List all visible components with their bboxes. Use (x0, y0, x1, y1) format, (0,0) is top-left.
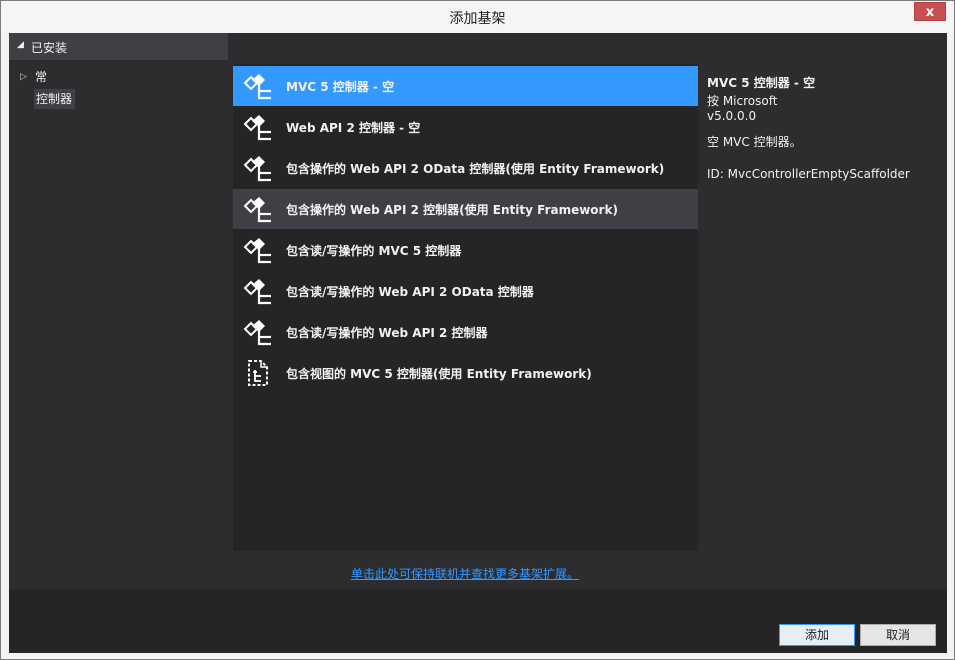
controller-icon (243, 197, 271, 223)
dialog-footer: 添加 取消 (9, 589, 947, 653)
template-label: 包含操作的 Web API 2 控制器(使用 Entity Framework) (286, 203, 618, 217)
detail-version: v5.0.0.0 (707, 109, 757, 123)
detail-id: ID: MvcControllerEmptyScaffolder (707, 167, 910, 181)
add-scaffold-dialog: 添加基架 x ◢ 已安装 ▷ 常用 控制器 MV (0, 0, 955, 660)
dialog-title: 添加基架 (449, 11, 506, 27)
detail-name: MVC 5 控制器 - 空 (707, 76, 816, 90)
list-item[interactable]: 包含视图的 MVC 5 控制器(使用 Entity Framework) (233, 353, 698, 393)
view-page-icon (248, 360, 268, 386)
title-bar: 添加基架 x (1, 1, 954, 33)
detail-description: 空 MVC 控制器。 (707, 135, 802, 149)
controller-icon (243, 320, 271, 346)
list-item[interactable]: Web API 2 控制器 - 空 (233, 107, 698, 147)
controller-icon (243, 115, 271, 141)
scaffold-template-list: MVC 5 控制器 - 空 Web API 2 控制器 - 空 包含操作的 We… (233, 64, 698, 551)
dialog-body: ◢ 已安装 ▷ 常用 控制器 MVC 5 控制器 - 空 (9, 33, 947, 653)
template-label: 包含读/写操作的 MVC 5 控制器 (286, 244, 462, 258)
cancel-button[interactable]: 取消 (860, 624, 936, 646)
list-item[interactable]: MVC 5 控制器 - 空 (233, 66, 698, 106)
controller-icon (243, 156, 271, 182)
controller-icon (243, 279, 271, 305)
controller-icon (243, 238, 271, 264)
template-label: 包含操作的 Web API 2 OData 控制器(使用 Entity Fram… (286, 162, 665, 176)
online-extensions-link[interactable]: 单击此处可保持联机并查找更多基架扩展。 (351, 565, 579, 582)
installed-label: 已安装 (31, 41, 68, 55)
list-item[interactable]: 包含读/写操作的 Web API 2 控制器 (233, 312, 698, 352)
list-item[interactable]: 包含操作的 Web API 2 控制器(使用 Entity Framework) (233, 189, 698, 229)
installed-header[interactable]: ◢ 已安装 (9, 33, 228, 60)
close-icon: x (925, 5, 935, 20)
tree-item-label: 控制器 (36, 92, 73, 106)
list-item[interactable]: 包含读/写操作的 MVC 5 控制器 (233, 230, 698, 270)
template-label: 包含视图的 MVC 5 控制器(使用 Entity Framework) (286, 367, 592, 381)
tree-item-controller[interactable]: 控制器 (34, 89, 75, 109)
add-button[interactable]: 添加 (779, 624, 855, 646)
controller-icon (243, 74, 271, 100)
close-button[interactable]: x (914, 2, 946, 21)
list-item[interactable]: 包含操作的 Web API 2 OData 控制器(使用 Entity Fram… (233, 148, 698, 188)
template-label: 包含读/写操作的 Web API 2 OData 控制器 (286, 285, 534, 299)
template-label: MVC 5 控制器 - 空 (286, 80, 395, 94)
template-label: Web API 2 控制器 - 空 (286, 121, 421, 135)
list-item[interactable]: 包含读/写操作的 Web API 2 OData 控制器 (233, 271, 698, 311)
expanded-triangle-icon: ◢ (17, 40, 24, 50)
collapsed-arrow-icon: ▷ (20, 72, 27, 82)
template-label: 包含读/写操作的 Web API 2 控制器 (286, 326, 488, 340)
detail-author: 按 Microsoft (707, 94, 778, 108)
